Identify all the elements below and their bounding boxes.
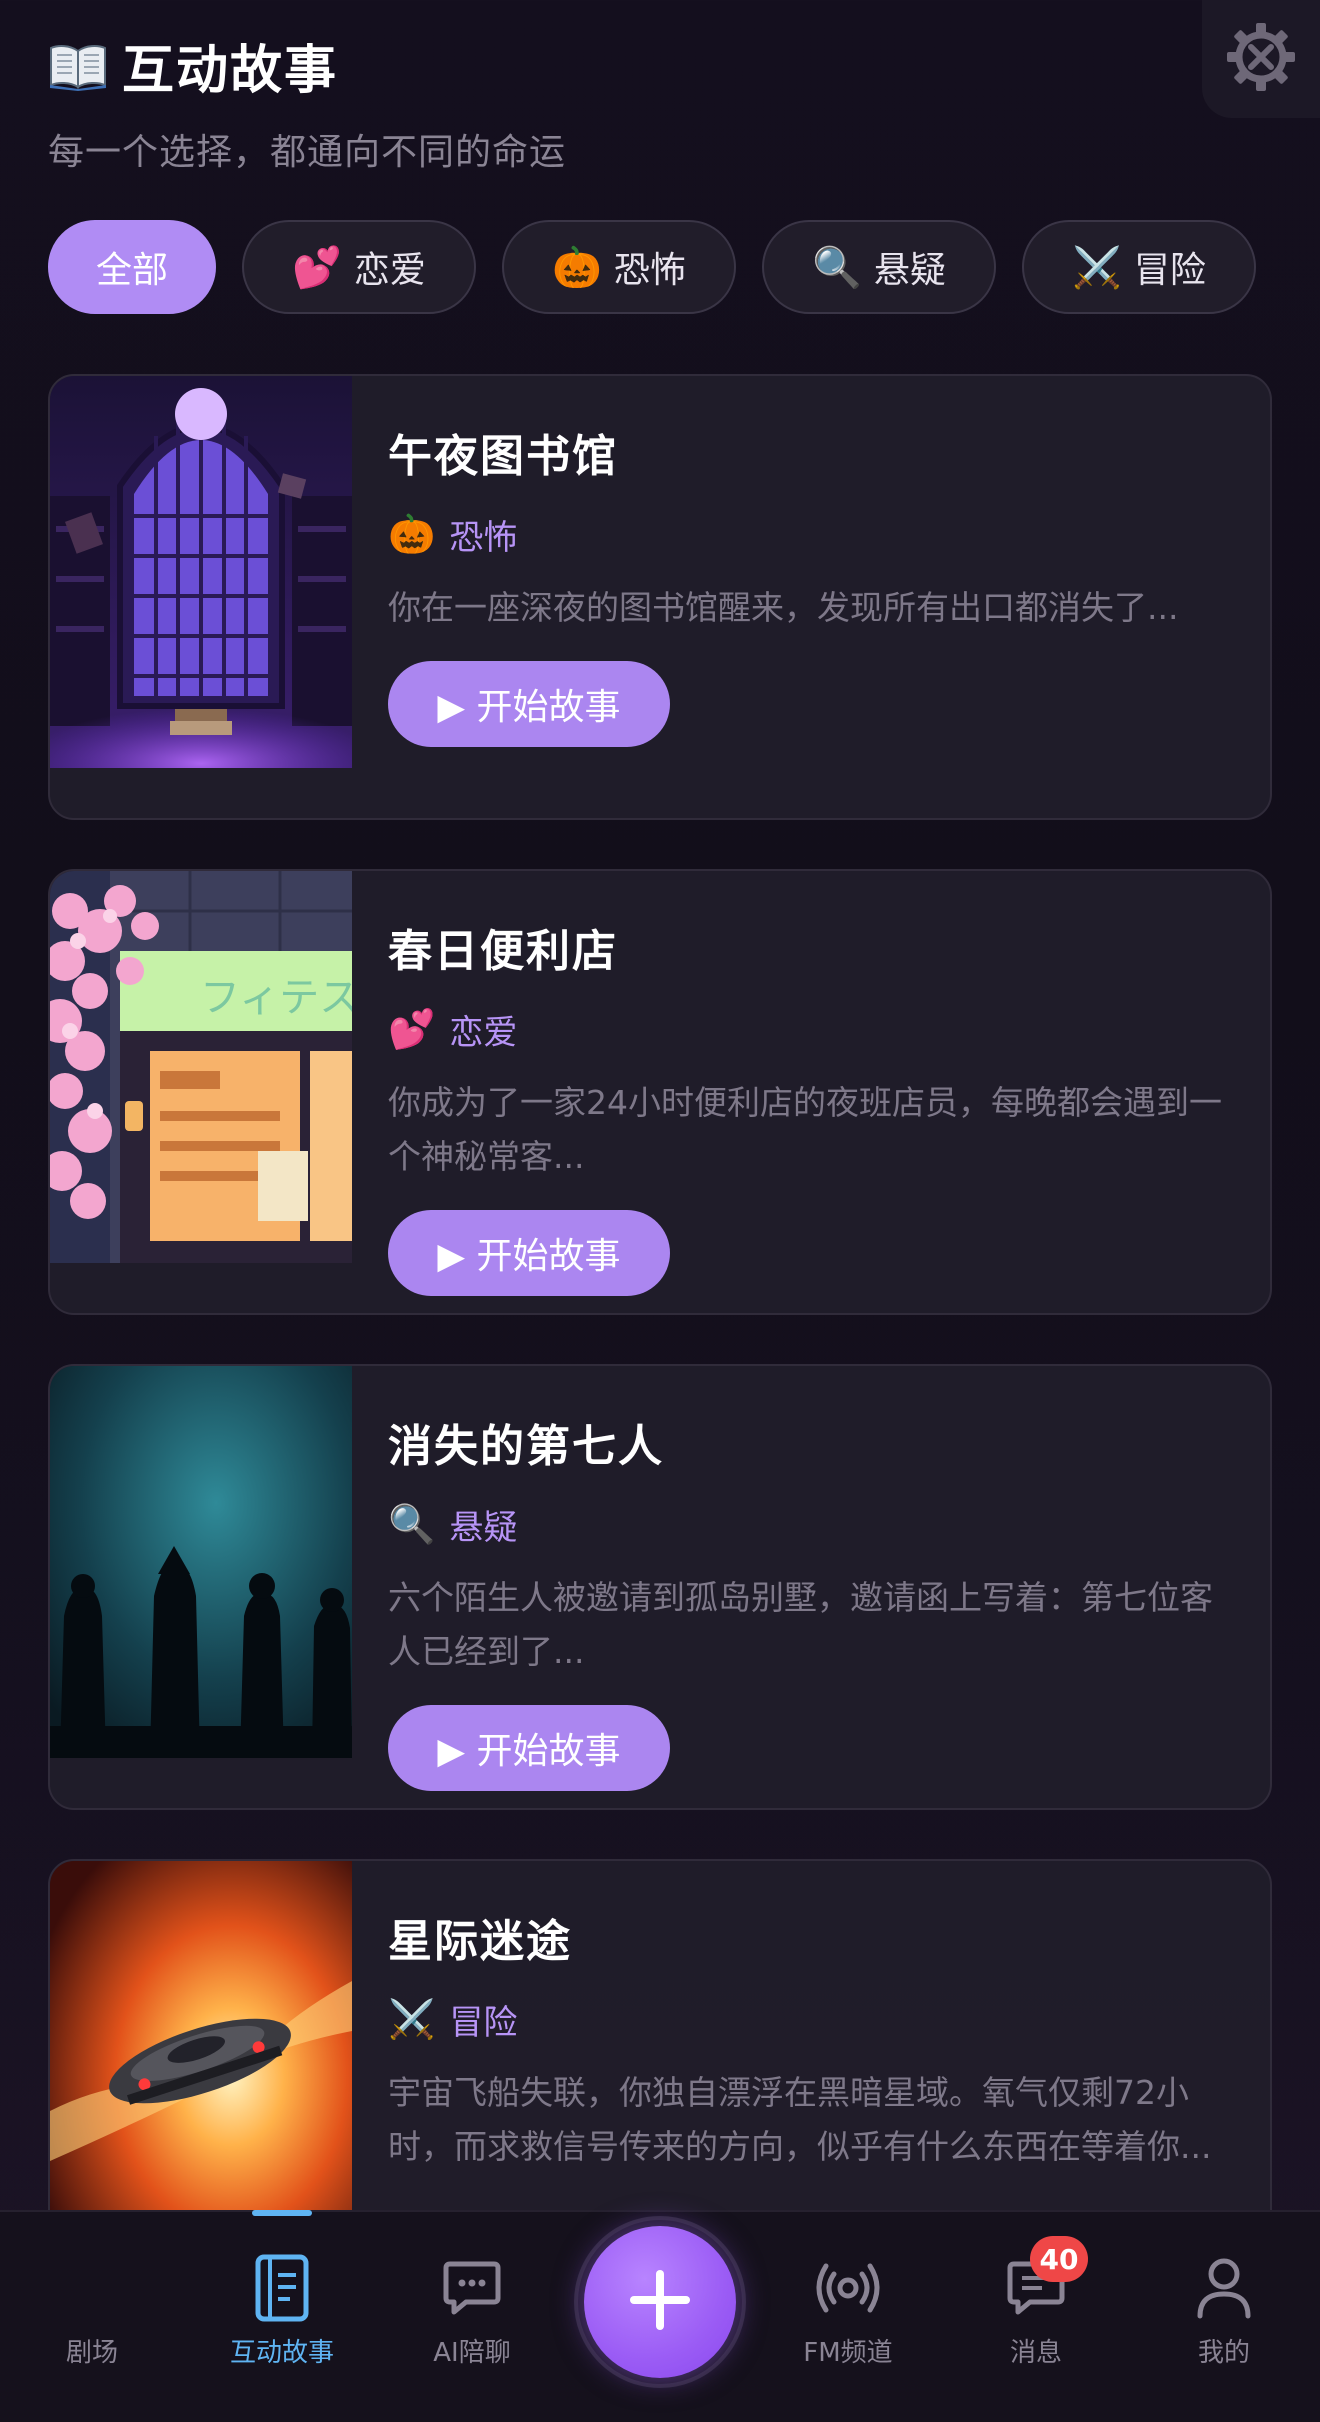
story-card[interactable]: 消失的第七人 🔍 悬疑 六个陌生人被邀请到孤岛别墅，邀请函上写着：第七位客人已经…	[48, 1364, 1272, 1810]
story-cover-image: フィテス	[50, 871, 352, 1263]
story-description: 你在一座深夜的图书馆醒来，发现所有出口都消失了...	[388, 588, 1179, 627]
theater-icon	[60, 2256, 124, 2320]
filter-chip-romance[interactable]: 💕 恋爱	[242, 220, 476, 314]
filter-chip-label: 全部	[95, 250, 168, 291]
genre-label: 恐怖	[449, 518, 518, 558]
filter-chip-label: 恋爱	[353, 250, 426, 291]
tab-label: AI陪聊	[433, 2338, 511, 2368]
tab-label: 消息	[1009, 2338, 1062, 2368]
page-header: 互动故事 每一个选择，都通向不同的命运	[48, 28, 566, 175]
page-title: 互动故事	[122, 41, 339, 101]
hearts-icon: 💕	[292, 244, 342, 291]
story-description: 宇宙飞船失联，你独自漂浮在黑暗星域。氧气仅剩72小时，而求救信号传来的方向，似乎…	[388, 2073, 1212, 2166]
tab-fm-channel[interactable]: FM频道	[758, 2212, 938, 2422]
story-description: 你成为了一家24小时便利店的夜班店员，每晚都会遇到一个神秘常客...	[388, 1083, 1222, 1176]
story-genre: 🎃 恐怖	[388, 510, 1230, 559]
crossed-swords-icon: ⚔️	[388, 1997, 436, 2041]
story-cover-image	[50, 376, 352, 768]
story-genre: 💕 恋爱	[388, 1005, 1230, 1054]
filter-chip-label: 悬疑	[873, 250, 946, 291]
settings-button[interactable]	[1202, 0, 1320, 118]
filter-chip-horror[interactable]: 🎃 恐怖	[502, 220, 736, 314]
filter-chip-mystery[interactable]: 🔍 悬疑	[762, 220, 996, 314]
story-cover-image	[50, 1861, 352, 2253]
pumpkin-icon: 🎃	[388, 512, 436, 556]
filter-chip-all[interactable]: 全部	[48, 220, 216, 314]
story-genre: ⚔️ 冒险	[388, 1995, 1230, 2044]
user-icon	[1192, 2256, 1256, 2320]
message-count-badge: 40	[1030, 2236, 1088, 2282]
start-story-button[interactable]: ▶ 开始故事	[388, 661, 670, 747]
story-card[interactable]: 午夜图书馆 🎃 恐怖 你在一座深夜的图书馆醒来，发现所有出口都消失了... ▶ …	[48, 374, 1272, 820]
svg-text:フィテス: フィテス	[200, 975, 352, 1021]
genre-label: 悬疑	[449, 1508, 518, 1548]
active-tab-indicator	[252, 2210, 312, 2216]
story-card[interactable]: フィテス 春日便利店 💕 恋爱 你成为了一家24小时便利店的夜班店员，每晚都会遇…	[48, 869, 1272, 1315]
start-story-button[interactable]: ▶ 开始故事	[388, 1705, 670, 1791]
tab-profile[interactable]: 我的	[1134, 2212, 1314, 2422]
tab-ai-chat[interactable]: AI陪聊	[382, 2212, 562, 2422]
start-story-button[interactable]: ▶ 开始故事	[388, 1210, 670, 1296]
story-title: 星际迷途	[388, 1916, 572, 1967]
genre-filter-bar: 全部 💕 恋爱 🎃 恐怖 🔍 悬疑 ⚔️ 冒险	[48, 220, 1256, 314]
hearts-icon: 💕	[388, 1007, 436, 1051]
genre-label: 冒险	[449, 2003, 518, 2043]
magnifier-icon: 🔍	[812, 244, 862, 291]
filter-chip-label: 恐怖	[613, 250, 686, 291]
pumpkin-icon: 🎃	[552, 244, 602, 291]
settings-gear-icon	[1221, 17, 1301, 101]
crossed-swords-icon: ⚔️	[1072, 244, 1122, 291]
tab-label: FM频道	[803, 2338, 893, 2368]
story-genre: 🔍 悬疑	[388, 1500, 1230, 1549]
plus-icon	[628, 2268, 692, 2336]
create-button[interactable]	[584, 2226, 736, 2378]
filter-chip-label: 冒险	[1133, 250, 1206, 291]
story-title: 春日便利店	[388, 926, 618, 977]
story-title: 午夜图书馆	[388, 431, 618, 482]
tab-label: 剧场	[65, 2338, 118, 2368]
tab-label: 互动故事	[229, 2338, 334, 2368]
story-cover-image	[50, 1366, 352, 1758]
story-title: 消失的第七人	[388, 1421, 664, 1472]
book-icon	[250, 2254, 314, 2322]
tab-interactive-stories[interactable]: 互动故事	[192, 2212, 372, 2422]
page-subtitle: 每一个选择，都通向不同的命运	[48, 132, 567, 173]
genre-label: 恋爱	[449, 1013, 518, 1053]
chat-bubble-icon	[440, 2256, 504, 2320]
open-book-icon	[48, 41, 108, 91]
tab-theater[interactable]: 剧场	[2, 2212, 182, 2422]
magnifier-icon: 🔍	[388, 1502, 436, 1546]
tab-label: 我的	[1197, 2338, 1250, 2368]
story-description: 六个陌生人被邀请到孤岛别墅，邀请函上写着：第七位客人已经到了...	[388, 1578, 1213, 1671]
radio-broadcast-icon	[816, 2256, 880, 2320]
filter-chip-adventure[interactable]: ⚔️ 冒险	[1022, 220, 1256, 314]
